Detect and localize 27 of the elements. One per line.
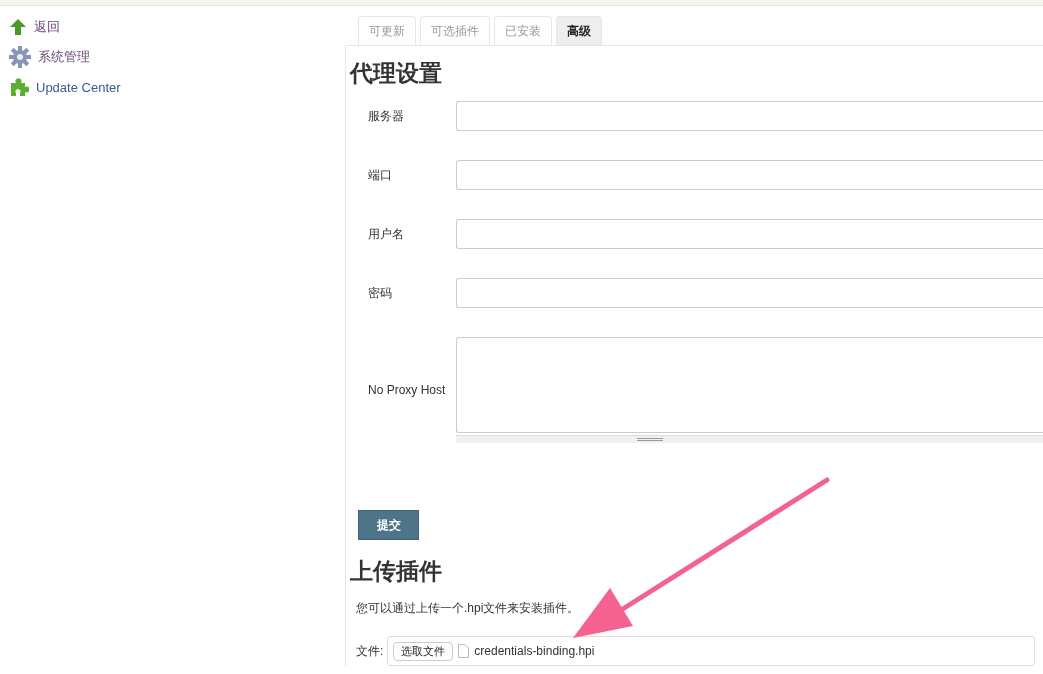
field-label: 文件: bbox=[356, 642, 384, 660]
resize-handle[interactable] bbox=[456, 435, 1043, 443]
section-title: 代理设置 bbox=[350, 59, 443, 88]
field-label: 密码 bbox=[368, 284, 393, 302]
submit-button[interactable]: 提交 bbox=[358, 510, 419, 540]
field-label: 用户名 bbox=[368, 225, 405, 243]
file-name: credentials-binding.hpi bbox=[474, 644, 595, 658]
input-field[interactable] bbox=[456, 101, 1043, 131]
choose-file-button[interactable]: 选取文件 bbox=[393, 641, 454, 661]
tab[interactable]: 高级 bbox=[556, 16, 602, 45]
up-arrow-icon bbox=[9, 18, 27, 36]
sidebar-link[interactable]: 返回 bbox=[0, 16, 345, 38]
gear-icon bbox=[9, 46, 31, 68]
password-field[interactable] bbox=[456, 278, 1043, 308]
field-label: No Proxy Host bbox=[368, 383, 447, 397]
file-input[interactable]: 选取文件 credentials-binding.hpi bbox=[387, 636, 1036, 666]
text-area[interactable] bbox=[456, 337, 1043, 434]
field-label: 服务器 bbox=[368, 107, 405, 125]
sidebar-link[interactable]: Update Center bbox=[0, 76, 345, 98]
puzzle-piece-icon bbox=[9, 77, 29, 97]
input-field[interactable] bbox=[456, 160, 1043, 190]
document-icon bbox=[458, 644, 470, 658]
description-text: 您可以通过上传一个.hpi文件来安装插件。 bbox=[356, 600, 581, 617]
field-label: 端口 bbox=[368, 166, 393, 184]
sidebar-link[interactable]: 系统管理 bbox=[0, 46, 345, 68]
section-title: 上传插件 bbox=[350, 557, 443, 586]
input-field[interactable] bbox=[456, 219, 1043, 249]
